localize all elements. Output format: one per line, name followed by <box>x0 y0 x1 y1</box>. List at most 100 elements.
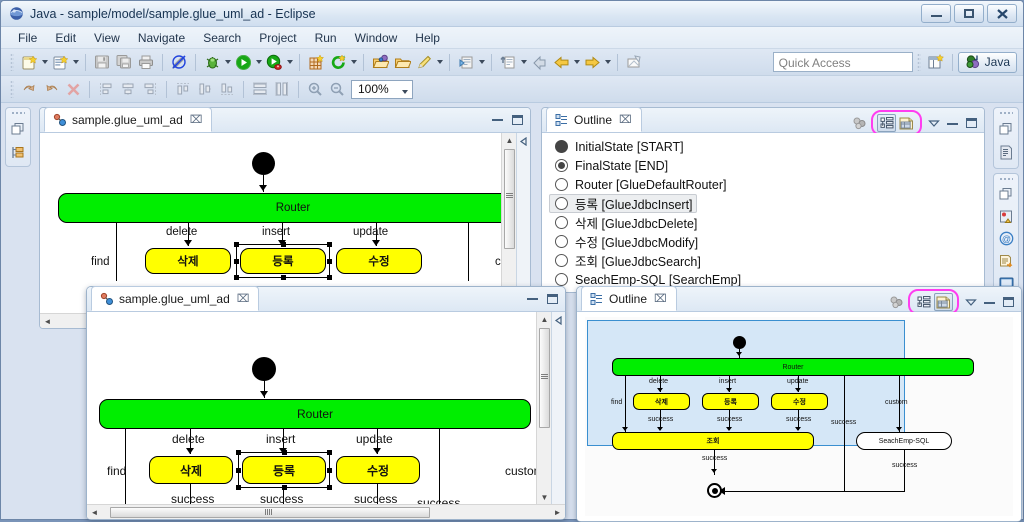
close-icon[interactable]: ⌧ <box>237 292 250 305</box>
activity-node-update[interactable]: 수정 <box>336 456 420 484</box>
back-icon[interactable] <box>550 51 572 73</box>
toolbar-grip[interactable] <box>916 53 921 71</box>
refresh-icon[interactable] <box>327 51 349 73</box>
thumbnail-view-button[interactable] <box>897 114 916 132</box>
restore-icon[interactable] <box>997 186 1015 203</box>
align-center-icon[interactable] <box>117 78 139 100</box>
no-edit-icon[interactable] <box>168 51 190 73</box>
hide-non-public-icon[interactable] <box>889 295 904 310</box>
external-tools-icon[interactable] <box>455 51 477 73</box>
align-bottom-icon[interactable] <box>216 78 238 100</box>
editor-canvas-front[interactable]: Router delete insert update find custom <box>87 312 565 519</box>
debug-dropdown-icon[interactable] <box>223 51 232 73</box>
restore-icon[interactable] <box>9 120 27 138</box>
minimize-icon[interactable] <box>982 295 997 310</box>
align-right-icon[interactable] <box>139 78 161 100</box>
open-perspective-icon[interactable] <box>925 51 947 73</box>
close-icon[interactable]: ⌧ <box>654 292 667 305</box>
menu-view[interactable]: View <box>85 29 129 47</box>
close-icon[interactable]: ⌧ <box>190 113 203 126</box>
scroll-down-arrow-icon[interactable]: ▼ <box>537 490 552 504</box>
undo-icon[interactable] <box>18 78 40 100</box>
back-dropdown-icon[interactable] <box>572 51 581 73</box>
align-left-icon[interactable] <box>95 78 117 100</box>
edit-pencil-icon[interactable] <box>413 51 435 73</box>
menu-edit[interactable]: Edit <box>46 29 85 47</box>
minimize-icon[interactable] <box>490 112 505 127</box>
chevron-down-icon[interactable] <box>400 81 409 103</box>
open-resource-icon[interactable] <box>391 51 413 73</box>
redo-icon[interactable] <box>40 78 62 100</box>
maximize-icon[interactable] <box>510 112 525 127</box>
external-tools-dropdown-icon[interactable] <box>477 51 486 73</box>
scroll-up-arrow-icon[interactable]: ▲ <box>502 133 517 147</box>
menu-run[interactable]: Run <box>306 29 346 47</box>
forward-dropdown-icon[interactable] <box>603 51 612 73</box>
forward-icon[interactable] <box>581 51 603 73</box>
scroll-right-arrow-icon[interactable]: ► <box>550 505 565 519</box>
outline-thumbnail-canvas[interactable]: Router delete insert update find custom … <box>577 312 1021 521</box>
outline-item-initialstate[interactable]: InitialState [START] <box>552 137 687 156</box>
outline-item-delete[interactable]: 삭제 [GlueJdbcDelete] <box>552 213 700 232</box>
outline-item-search[interactable]: 조회 [GlueJdbcSearch] <box>552 251 704 270</box>
outline-doc-icon[interactable] <box>997 143 1015 161</box>
restore-icon[interactable] <box>997 120 1015 138</box>
fastview-grip[interactable] <box>999 111 1013 115</box>
router-node[interactable]: Router <box>99 399 531 429</box>
outline-tab-thumb[interactable]: Outline ⌧ <box>581 286 677 311</box>
fastview-grip[interactable] <box>999 177 1013 181</box>
menu-search[interactable]: Search <box>194 29 250 47</box>
close-button[interactable] <box>987 4 1017 23</box>
hide-non-public-icon[interactable] <box>852 116 867 131</box>
diagram-thumbnail[interactable]: Router delete insert update find custom … <box>585 317 1013 516</box>
initial-state-node[interactable] <box>252 357 276 381</box>
new-wizard-icon[interactable] <box>18 51 40 73</box>
activity-node-delete[interactable]: 삭제 <box>145 248 231 274</box>
javadoc-icon[interactable]: @ <box>997 230 1015 247</box>
fastview-grip[interactable] <box>11 111 25 115</box>
quick-access-input[interactable]: Quick Access <box>772 52 913 72</box>
perspective-java-button[interactable]: Java <box>957 51 1017 73</box>
run-dropdown-icon[interactable] <box>254 51 263 73</box>
editor-hscrollbar-front[interactable]: ◄ ► <box>87 504 565 519</box>
print-icon[interactable] <box>135 51 157 73</box>
activity-node-delete[interactable]: 삭제 <box>149 456 233 484</box>
match-width-icon[interactable] <box>271 78 293 100</box>
maximize-icon[interactable] <box>545 291 560 306</box>
run-coverage-icon[interactable] <box>263 51 285 73</box>
package-explorer-icon[interactable] <box>9 143 27 161</box>
toolbar-grip[interactable] <box>10 80 14 98</box>
declaration-icon[interactable] <box>997 253 1015 270</box>
save-icon[interactable] <box>91 51 113 73</box>
align-top-icon[interactable] <box>172 78 194 100</box>
link-editor-icon[interactable] <box>623 51 645 73</box>
restore-button[interactable] <box>954 4 984 23</box>
outline-item-insert[interactable]: 등록 [GlueJdbcInsert] <box>549 194 697 213</box>
zoom-out-icon[interactable] <box>326 78 348 100</box>
open-type-icon[interactable] <box>369 51 391 73</box>
activity-node-update[interactable]: 수정 <box>336 248 422 274</box>
view-menu-icon[interactable] <box>926 116 941 131</box>
router-node[interactable]: Router <box>58 193 528 223</box>
toolbar-grip[interactable] <box>10 53 14 71</box>
menu-help[interactable]: Help <box>406 29 449 47</box>
scroll-left-arrow-icon[interactable]: ◄ <box>40 314 55 328</box>
next-annotation-dropdown-icon[interactable] <box>519 51 528 73</box>
editor-vscrollbar-front[interactable]: ▲ ▼ <box>536 312 551 504</box>
outline-item-modify[interactable]: 수정 [GlueJdbcModify] <box>552 232 701 251</box>
menu-file[interactable]: File <box>9 29 46 47</box>
zoom-in-icon[interactable] <box>304 78 326 100</box>
edit-pencil-dropdown-icon[interactable] <box>435 51 444 73</box>
refresh-dropdown-icon[interactable] <box>349 51 358 73</box>
problems-icon[interactable] <box>997 208 1015 225</box>
minimize-icon[interactable] <box>945 116 960 131</box>
vscroll-thumb-back[interactable] <box>504 149 515 249</box>
zoom-level-combo[interactable]: 100% <box>351 79 413 99</box>
run-icon[interactable] <box>232 51 254 73</box>
tree-view-button[interactable] <box>877 114 896 132</box>
previous-edit-icon[interactable] <box>528 51 550 73</box>
menu-project[interactable]: Project <box>250 29 305 47</box>
thumbnail-view-button[interactable] <box>934 293 953 311</box>
run-coverage-dropdown-icon[interactable] <box>285 51 294 73</box>
scroll-left-arrow-icon[interactable]: ◄ <box>87 505 102 519</box>
